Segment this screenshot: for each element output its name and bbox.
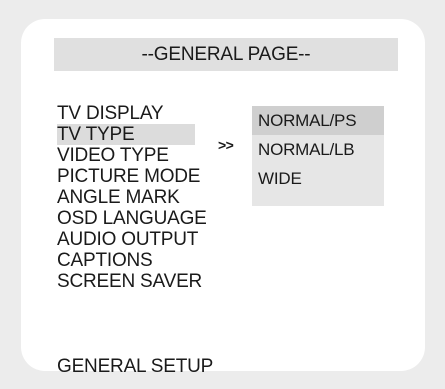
menu-item-label: ANGLE MARK xyxy=(57,187,180,208)
menu-item-label: OSD LANGUAGE xyxy=(57,208,207,229)
option-label: WIDE xyxy=(258,169,302,188)
option-normal-ps[interactable]: NORMAL/PS xyxy=(252,106,384,135)
menu-item-tv-display[interactable]: TV DISPLAY xyxy=(57,103,257,124)
footer-label: GENERAL SETUP xyxy=(57,356,214,377)
menu-item-captions[interactable]: CAPTIONS xyxy=(57,250,257,271)
option-normal-lb[interactable]: NORMAL/LB xyxy=(252,135,384,164)
menu-item-label: AUDIO OUTPUT xyxy=(57,229,199,250)
tv-type-options: NORMAL/PS NORMAL/LB WIDE xyxy=(252,106,384,206)
menu-item-label: VIDEO TYPE xyxy=(57,145,169,166)
menu-item-label: TV DISPLAY xyxy=(57,103,164,124)
page-title-text: --GENERAL PAGE-- xyxy=(141,43,311,65)
menu-item-osd-language[interactable]: OSD LANGUAGE xyxy=(57,208,257,229)
setup-screen: --GENERAL PAGE-- TV DISPLAY TV TYPE VIDE… xyxy=(0,0,445,389)
menu-item-angle-mark[interactable]: ANGLE MARK xyxy=(57,187,257,208)
menu-item-audio-output[interactable]: AUDIO OUTPUT xyxy=(57,229,257,250)
option-wide[interactable]: WIDE xyxy=(252,164,384,193)
general-menu: TV DISPLAY TV TYPE VIDEO TYPE PICTURE MO… xyxy=(57,103,257,292)
submenu-arrow-icon: >> xyxy=(218,137,234,153)
general-setup-label[interactable]: GENERAL SETUP xyxy=(57,356,213,378)
menu-item-label: TV TYPE xyxy=(57,124,195,145)
option-label: NORMAL/LB xyxy=(258,140,355,159)
option-label: NORMAL/PS xyxy=(258,111,357,130)
menu-item-label: SCREEN SAVER xyxy=(57,271,203,292)
menu-item-screen-saver[interactable]: SCREEN SAVER xyxy=(57,271,257,292)
menu-item-picture-mode[interactable]: PICTURE MODE xyxy=(57,166,257,187)
menu-item-label: PICTURE MODE xyxy=(57,166,201,187)
menu-item-label: CAPTIONS xyxy=(57,250,153,271)
page-title: --GENERAL PAGE-- xyxy=(54,38,398,71)
